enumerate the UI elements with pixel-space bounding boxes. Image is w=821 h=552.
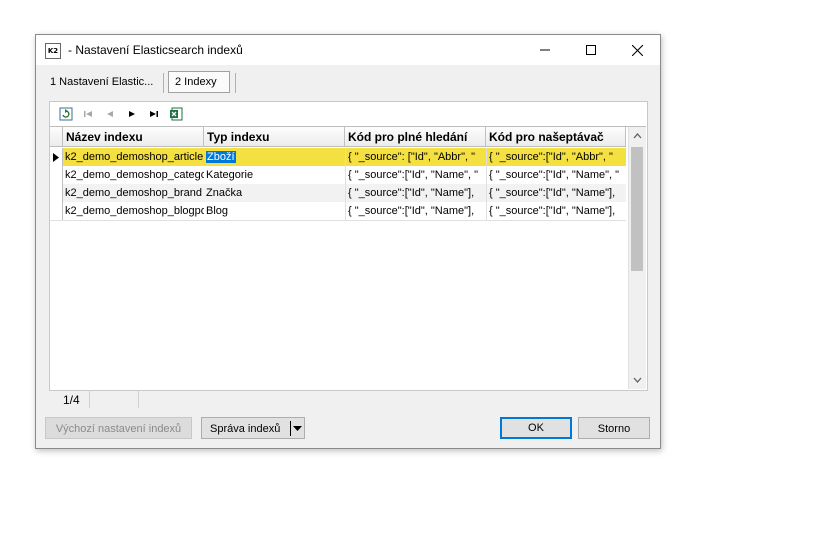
prev-record-button[interactable] (101, 106, 119, 122)
refresh-button[interactable] (57, 106, 75, 122)
title-bar: K2 - Nastavení Elasticsearch indexů (36, 35, 660, 65)
manage-index-button[interactable]: Správa indexů (201, 417, 305, 439)
record-position: 1/4 (63, 393, 80, 407)
cell-name[interactable]: k2_demo_demoshop_brand (63, 184, 204, 202)
cell-type[interactable]: Kategorie (204, 166, 345, 184)
row-indicator (50, 166, 63, 184)
maximize-icon (586, 45, 596, 55)
status-bar: 1/4 (49, 390, 646, 410)
row-indicator (50, 184, 63, 202)
vertical-scrollbar[interactable] (628, 127, 646, 389)
last-record-button[interactable] (145, 106, 163, 122)
status-divider (138, 390, 139, 408)
minimize-icon (540, 49, 550, 51)
manage-index-label: Správa indexů (210, 423, 281, 435)
next-record-button[interactable] (123, 106, 141, 122)
cell-suggest[interactable]: { "_source":["Id", "Name"], (486, 184, 626, 202)
first-record-button[interactable] (79, 106, 97, 122)
current-row-icon (53, 152, 59, 162)
cell-type[interactable]: Zboží (204, 148, 345, 166)
default-settings-button[interactable]: Výchozí nastavení indexů (45, 417, 192, 439)
scroll-down-icon (633, 377, 642, 383)
cell-type[interactable]: Blog (204, 202, 345, 220)
tab-settings[interactable]: 1 Nastavení Elastic... (50, 71, 162, 93)
status-divider (89, 390, 90, 408)
cell-name[interactable]: k2_demo_demoshop_category (63, 166, 204, 184)
indexes-panel: Název indexu Typ indexu Kód pro plné hle… (49, 101, 648, 391)
last-icon (150, 111, 158, 117)
table-row[interactable]: k2_demo_demoshop_brand Značka { "_source… (50, 184, 626, 202)
cell-suggest[interactable]: { "_source":["Id", "Name"], (486, 202, 626, 220)
cell-fulltext[interactable]: { "_source":["Id", "Name", " (345, 166, 486, 184)
dialog-window: K2 - Nastavení Elasticsearch indexů 1 Na… (35, 34, 661, 449)
close-button[interactable] (614, 35, 660, 65)
table-row[interactable]: k2_demo_demoshop_category Kategorie { "_… (50, 166, 626, 184)
cell-fulltext[interactable]: { "_source":["Id", "Name"], (345, 202, 486, 220)
header-indicator (50, 127, 63, 147)
tab-indexes[interactable]: 2 Indexy (168, 71, 230, 93)
table-row[interactable]: k2_demo_demoshop_article Zboží { "_sourc… (50, 148, 626, 166)
window-title: - Nastavení Elasticsearch indexů (68, 43, 243, 57)
cell-name[interactable]: k2_demo_demoshop_article (63, 148, 204, 166)
first-icon (84, 111, 92, 117)
row-indicator (50, 202, 63, 220)
cell-type-text: Zboží (206, 151, 236, 163)
col-header-suggest[interactable]: Kód pro našeptávač (486, 127, 626, 147)
chevron-down-icon[interactable] (293, 426, 302, 432)
col-header-type[interactable]: Typ indexu (204, 127, 345, 147)
close-icon (631, 44, 643, 56)
excel-icon (170, 107, 183, 121)
app-icon: K2 (45, 43, 61, 59)
indexes-grid: Název indexu Typ indexu Kód pro plné hle… (50, 126, 646, 389)
col-header-name[interactable]: Název indexu (63, 127, 204, 147)
tab-divider (235, 73, 236, 93)
cell-type[interactable]: Značka (204, 184, 345, 202)
cell-suggest[interactable]: { "_source":["Id", "Abbr", " (486, 148, 626, 166)
export-excel-button[interactable] (167, 106, 185, 122)
cancel-button[interactable]: Storno (578, 417, 650, 439)
ok-button[interactable]: OK (500, 417, 572, 439)
minimize-button[interactable] (522, 35, 568, 65)
scroll-up-icon (633, 133, 642, 139)
refresh-icon (59, 107, 73, 121)
table-row[interactable]: k2_demo_demoshop_blogpost Blog { "_sourc… (50, 202, 626, 221)
next-icon (129, 111, 135, 117)
scrollbar-thumb[interactable] (631, 147, 643, 271)
maximize-button[interactable] (568, 35, 614, 65)
cell-suggest[interactable]: { "_source":["Id", "Name", " (486, 166, 626, 184)
tab-divider (163, 73, 164, 93)
cell-fulltext[interactable]: { "_source":["Id", "Name"], (345, 184, 486, 202)
cell-fulltext[interactable]: { "_source": ["Id", "Abbr", " (345, 148, 486, 166)
prev-icon (107, 111, 113, 117)
split-divider (290, 421, 291, 436)
col-header-fulltext[interactable]: Kód pro plné hledání (345, 127, 486, 147)
record-navigator (57, 106, 185, 122)
cell-name[interactable]: k2_demo_demoshop_blogpost (63, 202, 204, 220)
row-indicator (50, 148, 63, 166)
